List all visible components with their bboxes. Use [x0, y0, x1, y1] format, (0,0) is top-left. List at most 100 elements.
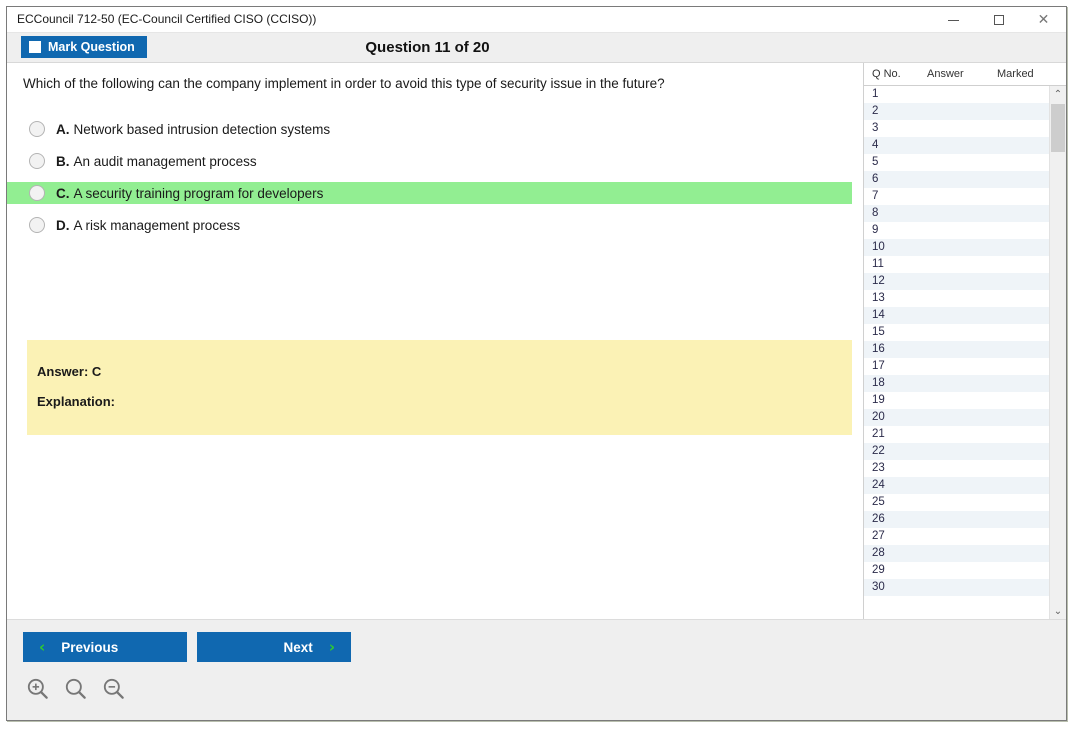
table-row[interactable]: 22 — [864, 443, 1049, 460]
answer-option-letter: C. — [56, 185, 70, 201]
exam-body: Which of the following can the company i… — [7, 63, 1066, 619]
question-number-cell: 14 — [872, 309, 885, 321]
answer-value: Answer: C — [37, 364, 102, 379]
question-number-cell: 7 — [872, 190, 879, 202]
question-list-panel: Q No. Answer Marked 1 2 3 4 5 6 7 8 9 10 11 12 13 14 1… — [863, 63, 1066, 619]
answer-option[interactable]: C. A security training program for develo… — [7, 182, 852, 204]
question-number-cell: 16 — [872, 343, 885, 355]
table-row[interactable]: 13 — [864, 290, 1049, 307]
question-number-cell: 18 — [872, 377, 885, 389]
chevron-right-icon: › — [328, 638, 335, 656]
table-row[interactable]: 12 — [864, 273, 1049, 290]
chevron-left-icon: ‹ — [39, 638, 46, 656]
radio-button-icon[interactable] — [29, 217, 45, 233]
table-row[interactable]: 21 — [864, 426, 1049, 443]
question-number-cell: 27 — [872, 530, 885, 542]
question-content-pane: Which of the following can the company i… — [7, 63, 852, 619]
question-number-cell: 24 — [872, 479, 885, 491]
question-number-cell: 19 — [872, 394, 885, 406]
table-row[interactable]: 24 — [864, 477, 1049, 494]
radio-button-icon[interactable] — [29, 153, 45, 169]
next-button[interactable]: Next › — [197, 632, 351, 662]
answer-explanation-panel: Answer: C Explanation: — [27, 340, 852, 435]
table-row[interactable]: 29 — [864, 562, 1049, 579]
close-button[interactable]: ✕ — [1021, 7, 1066, 33]
answer-option-text: A security training program for develope… — [73, 185, 324, 201]
question-list-scroll-area[interactable]: 1 2 3 4 5 6 7 8 9 10 11 12 13 14 15 16 17 18 19 20 21 22 23 24 2… — [864, 86, 1066, 619]
table-row[interactable]: 25 — [864, 494, 1049, 511]
table-row[interactable]: 28 — [864, 545, 1049, 562]
table-row[interactable]: 1 — [864, 86, 1049, 103]
table-row[interactable]: 30 — [864, 579, 1049, 596]
answer-option[interactable]: B. An audit management process — [7, 150, 852, 172]
column-header-answer: Answer — [927, 68, 964, 80]
table-row[interactable]: 10 — [864, 239, 1049, 256]
question-number-cell: 12 — [872, 275, 885, 287]
exam-simulator-screen: ECCouncil 712-50 (EC-Council Certified C… — [0, 0, 1075, 735]
question-number-cell: 3 — [872, 122, 879, 134]
table-row[interactable]: 27 — [864, 528, 1049, 545]
radio-button-icon[interactable] — [29, 185, 45, 201]
minimize-button[interactable] — [931, 7, 976, 33]
question-number-cell: 1 — [872, 88, 879, 100]
question-number-cell: 20 — [872, 411, 885, 423]
zoom-in-icon[interactable] — [25, 676, 51, 702]
previous-button[interactable]: ‹ Previous — [23, 632, 187, 662]
explanation-label: Explanation: — [37, 394, 116, 409]
question-list-scrollbar[interactable]: ⌃ ⌄ — [1049, 86, 1066, 619]
table-row[interactable]: 5 — [864, 154, 1049, 171]
question-number-cell: 30 — [872, 581, 885, 593]
answer-option-text: An audit management process — [73, 153, 257, 169]
question-number-cell: 22 — [872, 445, 885, 457]
radio-button-icon[interactable] — [29, 121, 45, 137]
previous-label: Previous — [61, 639, 119, 655]
table-row[interactable]: 3 — [864, 120, 1049, 137]
question-number-cell: 23 — [872, 462, 885, 474]
zoom-reset-icon[interactable] — [63, 676, 89, 702]
table-row[interactable]: 20 — [864, 409, 1049, 426]
question-list-rows: 1 2 3 4 5 6 7 8 9 10 11 12 13 14 15 16 17 18 19 20 21 22 23 24 2… — [864, 86, 1049, 596]
table-row[interactable]: 6 — [864, 171, 1049, 188]
close-icon: ✕ — [1037, 12, 1050, 28]
question-number-cell: 15 — [872, 326, 885, 338]
table-row[interactable]: 11 — [864, 256, 1049, 273]
table-row[interactable]: 16 — [864, 341, 1049, 358]
question-number-cell: 28 — [872, 547, 885, 559]
zoom-out-icon[interactable] — [101, 676, 127, 702]
question-number-cell: 29 — [872, 564, 885, 576]
scroll-up-icon[interactable]: ⌃ — [1050, 86, 1066, 102]
table-row[interactable]: 2 — [864, 103, 1049, 120]
table-row[interactable]: 15 — [864, 324, 1049, 341]
answer-option[interactable]: D. A risk management process — [7, 214, 852, 236]
scrollbar-thumb[interactable] — [1051, 104, 1065, 152]
question-list-header: Q No. Answer Marked — [864, 63, 1066, 86]
table-row[interactable]: 19 — [864, 392, 1049, 409]
answer-option[interactable]: A. Network based intrusion detection syst… — [7, 118, 852, 140]
table-row[interactable]: 9 — [864, 222, 1049, 239]
table-row[interactable]: 4 — [864, 137, 1049, 154]
question-number-cell: 21 — [872, 428, 885, 440]
answer-option-letter: B. — [56, 153, 70, 169]
question-text: Which of the following can the company i… — [23, 76, 665, 91]
table-row[interactable]: 14 — [864, 307, 1049, 324]
column-header-q-no: Q No. — [872, 68, 901, 80]
question-number-cell: 4 — [872, 139, 879, 151]
scroll-down-icon[interactable]: ⌄ — [1050, 603, 1066, 619]
answer-options-list: A. Network based intrusion detection syst… — [7, 118, 852, 246]
maximize-icon — [993, 15, 1004, 25]
next-label: Next — [283, 639, 313, 655]
table-row[interactable]: 18 — [864, 375, 1049, 392]
answer-option-letter: A. — [56, 121, 70, 137]
question-header-bar: Mark Question Question 11 of 20 — [7, 33, 1066, 63]
question-number-cell: 6 — [872, 173, 879, 185]
table-row[interactable]: 8 — [864, 205, 1049, 222]
answer-option-text: A risk management process — [73, 217, 241, 233]
question-number-cell: 9 — [872, 224, 879, 236]
table-row[interactable]: 17 — [864, 358, 1049, 375]
table-row[interactable]: 7 — [864, 188, 1049, 205]
table-row[interactable]: 23 — [864, 460, 1049, 477]
answer-option-text: Network based intrusion detection system… — [73, 121, 331, 137]
question-number-cell: 2 — [872, 105, 879, 117]
maximize-button[interactable] — [976, 7, 1021, 33]
table-row[interactable]: 26 — [864, 511, 1049, 528]
